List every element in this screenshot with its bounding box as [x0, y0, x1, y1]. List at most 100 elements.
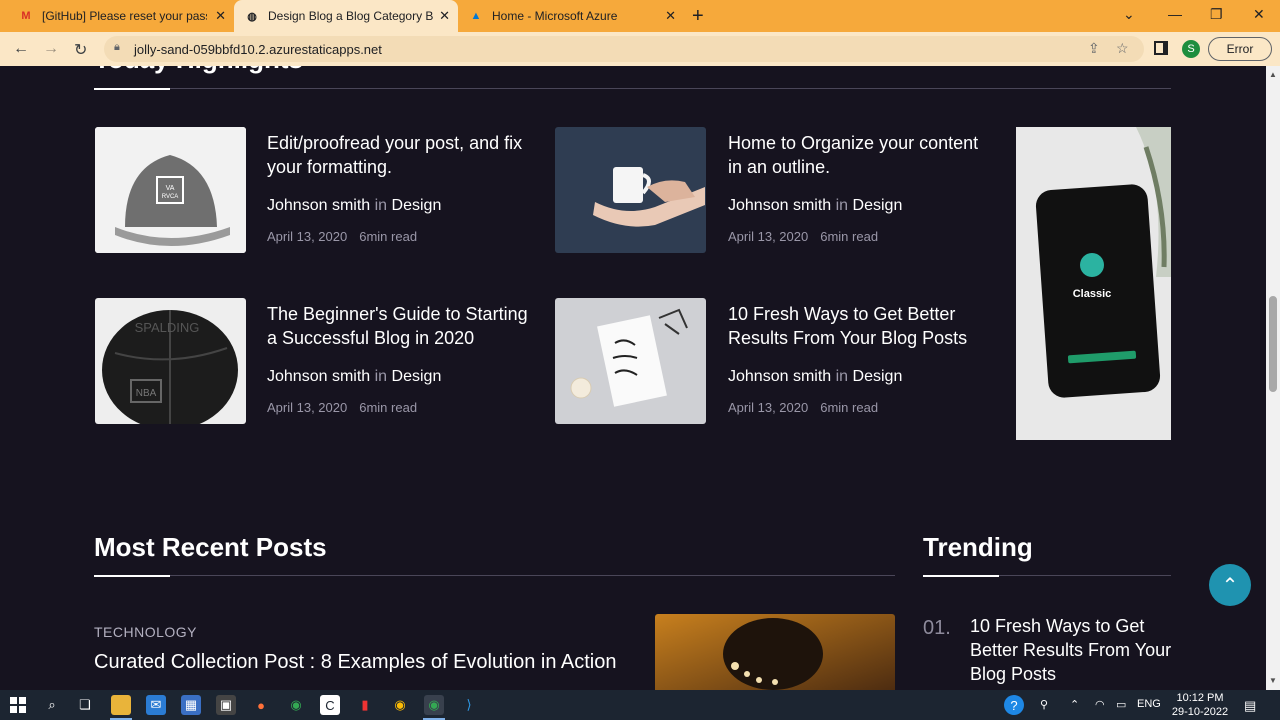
post-read-time: 6min read: [359, 400, 418, 415]
tray-chevron-icon[interactable]: ⌃: [1070, 698, 1079, 711]
section-divider-accent: [94, 88, 170, 90]
scroll-up-arrow-icon[interactable]: ▲: [1269, 70, 1277, 79]
mug-image: [555, 127, 706, 253]
side-panel-icon[interactable]: [1154, 41, 1168, 55]
post-category[interactable]: Design: [853, 368, 903, 385]
basketball-image: SPALDING NBA: [95, 298, 246, 424]
post-date: April 13, 2020: [728, 400, 809, 415]
lock-icon[interactable]: 🔒︎: [114, 41, 120, 54]
tab-design-blog[interactable]: ◍ Design Blog a Blog Category Bo ✕: [234, 0, 458, 32]
phone-feature-image[interactable]: Classic: [1016, 127, 1171, 440]
post-author[interactable]: Johnson smith: [728, 197, 831, 214]
url-text: jolly-sand-059bbfd10.2.azurestaticapps.n…: [134, 42, 382, 57]
recent-posts-title: Most Recent Posts: [94, 532, 327, 562]
close-tab-icon[interactable]: ✕: [215, 8, 226, 24]
trending-number: 01.: [923, 617, 951, 639]
post-thumbnail-mug[interactable]: [555, 127, 706, 253]
wifi-icon[interactable]: ◠: [1095, 698, 1105, 711]
restore-icon[interactable]: ❐: [1210, 6, 1223, 23]
azure-icon: ▲: [470, 10, 482, 22]
post-author[interactable]: Johnson smith: [728, 368, 831, 385]
address-bar[interactable]: 🔒︎ jolly-sand-059bbfd10.2.azurestaticapp…: [104, 36, 1144, 62]
post-thumbnail-cap[interactable]: VA RVCA: [95, 127, 246, 253]
notepad-icon[interactable]: C: [320, 695, 340, 715]
post-category[interactable]: Design: [392, 368, 442, 385]
gmail-icon: M: [21, 10, 31, 22]
minimize-icon[interactable]: —: [1168, 6, 1182, 22]
recent-post-image[interactable]: [655, 614, 895, 690]
store-icon[interactable]: ▦: [181, 695, 201, 715]
post-title[interactable]: 10 Fresh Ways to Get Better Results From…: [728, 302, 993, 350]
post-thumbnail-ball[interactable]: SPALDING NBA: [95, 298, 246, 424]
section-divider: [94, 88, 1171, 89]
browser-tabbar: M [GitHub] Please reset your passw ✕ ◍ D…: [0, 0, 1280, 32]
highlights-title: Today Highlights: [94, 66, 303, 75]
page-scrollbar[interactable]: ▲ ▼: [1266, 66, 1280, 690]
post-date: April 13, 2020: [267, 229, 348, 244]
chrome-icon[interactable]: ◉: [390, 695, 410, 715]
file-explorer-icon[interactable]: [111, 695, 131, 715]
tab-title: Home - Microsoft Azure: [492, 9, 618, 23]
scrollbar-thumb[interactable]: [1269, 296, 1277, 392]
reload-icon[interactable]: ↻: [74, 40, 87, 60]
post-date-row: April 13, 2020 6min read: [267, 229, 417, 244]
tab-azure[interactable]: ▲ Home - Microsoft Azure ✕: [458, 0, 684, 32]
post-thumbnail-note[interactable]: [555, 298, 706, 424]
post-category[interactable]: Design: [853, 197, 903, 214]
post-date-row: April 13, 2020 6min read: [728, 400, 878, 415]
tab-search-chevron-icon[interactable]: ⌄: [1123, 6, 1135, 23]
language-indicator[interactable]: ENG: [1137, 698, 1161, 710]
system-clock[interactable]: 10:12 PM 29-10-2022: [1168, 690, 1232, 720]
scroll-down-arrow-icon[interactable]: ▼: [1269, 676, 1277, 685]
recent-post-title[interactable]: Curated Collection Post : 8 Examples of …: [94, 651, 617, 674]
post-read-time: 6min read: [359, 229, 418, 244]
app-icon[interactable]: ▣: [216, 695, 236, 715]
vscode-icon[interactable]: ⟩: [459, 695, 479, 715]
search-icon[interactable]: ⌕: [42, 695, 62, 715]
error-button[interactable]: Error: [1208, 37, 1272, 61]
tab-title: Design Blog a Blog Category Bo: [268, 9, 433, 23]
page-content: Today Highlights VA RVCA Edit/proofread …: [0, 66, 1266, 690]
windows-taskbar: ⌕ ❏ ✉ ▦ ▣ ● ◉ C ▮ ◉ ◉ ⟩ ? ⚲ ⌃ ◠ ▭ ENG ▤: [0, 690, 1280, 720]
post-category[interactable]: Design: [392, 197, 442, 214]
people-icon[interactable]: ⚲: [1040, 698, 1048, 711]
profile-avatar[interactable]: S: [1182, 40, 1200, 58]
post-title[interactable]: The Beginner's Guide to Starting a Succe…: [267, 302, 532, 350]
cap-image: VA RVCA: [95, 127, 246, 253]
clock-date: 29-10-2022: [1171, 706, 1229, 718]
post-date: April 13, 2020: [267, 400, 348, 415]
forward-icon[interactable]: →: [43, 40, 59, 58]
help-icon[interactable]: ?: [1004, 695, 1024, 715]
section-divider: [94, 575, 895, 576]
post-read-time: 6min read: [820, 400, 879, 415]
bookmark-star-icon[interactable]: ☆: [1116, 40, 1129, 57]
share-icon[interactable]: ⇪: [1088, 40, 1100, 57]
post-author[interactable]: Johnson smith: [267, 368, 370, 385]
globe-icon: ◍: [247, 10, 257, 23]
post-title[interactable]: Home to Organize your content in an outl…: [728, 131, 993, 179]
trending-title-link[interactable]: 10 Fresh Ways to Get Better Results From…: [970, 614, 1180, 686]
notifications-icon[interactable]: ▤: [1244, 698, 1256, 714]
post-category-label[interactable]: TECHNOLOGY: [94, 624, 197, 640]
post-read-time: 6min read: [820, 229, 879, 244]
post-author[interactable]: Johnson smith: [267, 197, 370, 214]
post-meta: Johnson smith in Design: [267, 368, 441, 386]
post-title[interactable]: Edit/proofread your post, and fix your f…: [267, 131, 532, 179]
task-view-icon[interactable]: ❏: [75, 695, 95, 715]
chrome-active-icon[interactable]: ◉: [424, 695, 444, 715]
windows-start-icon[interactable]: [8, 695, 28, 715]
firefox-icon[interactable]: ●: [251, 695, 271, 715]
post-date-row: April 13, 2020 6min read: [728, 229, 878, 244]
chrome-icon[interactable]: ◉: [286, 695, 306, 715]
office-icon[interactable]: ▮: [355, 695, 375, 715]
mail-icon[interactable]: ✉: [146, 695, 166, 715]
back-icon[interactable]: ←: [13, 40, 29, 58]
close-tab-icon[interactable]: ✕: [439, 8, 450, 24]
battery-icon[interactable]: ▭: [1116, 698, 1126, 711]
note-image: [555, 298, 706, 424]
close-tab-icon[interactable]: ✕: [665, 8, 676, 24]
tab-gmail[interactable]: M [GitHub] Please reset your passw ✕: [8, 0, 234, 32]
scroll-to-top-button[interactable]: ⌃: [1209, 564, 1251, 606]
close-window-icon[interactable]: ✕: [1253, 6, 1265, 23]
new-tab-icon[interactable]: +: [692, 5, 704, 28]
